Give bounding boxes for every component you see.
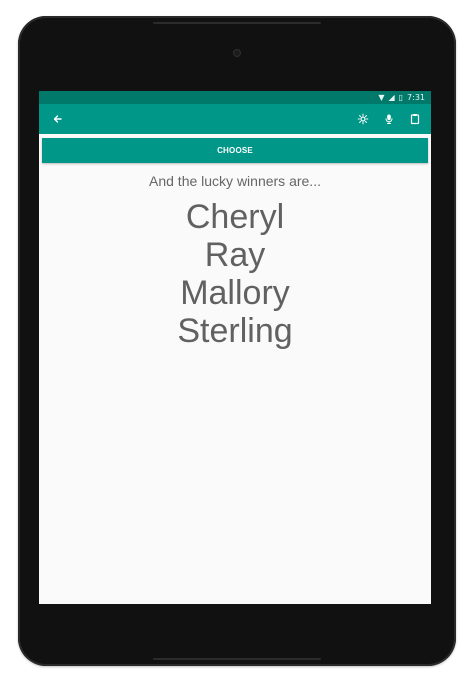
back-arrow-icon[interactable] xyxy=(51,113,63,125)
microphone-icon[interactable] xyxy=(383,113,395,125)
results-subtitle: And the lucky winners are... xyxy=(149,173,321,189)
winner-name: Mallory xyxy=(180,274,290,312)
app-toolbar xyxy=(39,104,431,134)
gear-icon[interactable] xyxy=(357,113,369,125)
tablet-device: ▼ ◢ ▯ 7:31 CHOOSE And the lucky winners … xyxy=(18,16,456,666)
top-speaker xyxy=(153,22,321,24)
results-section: And the lucky winners are... Cheryl Ray … xyxy=(39,172,431,350)
battery-icon: ▯ xyxy=(398,92,404,102)
winner-name: Cheryl xyxy=(185,198,285,236)
front-camera xyxy=(234,50,240,56)
status-bar: ▼ ◢ ▯ 7:31 xyxy=(39,91,431,104)
wifi-icon: ▼ xyxy=(378,92,385,102)
status-time: 7:31 xyxy=(407,93,425,102)
toolbar-actions xyxy=(357,113,421,125)
winner-name: Sterling xyxy=(177,312,293,350)
toolbar-left xyxy=(51,113,63,125)
signal-icon: ◢ xyxy=(388,92,395,102)
choose-button[interactable]: CHOOSE xyxy=(42,138,428,163)
clipboard-icon[interactable] xyxy=(409,113,421,125)
choose-container: CHOOSE xyxy=(39,134,431,163)
bottom-speaker xyxy=(153,658,321,660)
winner-name: Ray xyxy=(204,236,266,274)
winners-list: Cheryl Ray Mallory Sterling xyxy=(39,198,431,350)
app-screen: ▼ ◢ ▯ 7:31 CHOOSE And the lucky winners … xyxy=(39,91,431,604)
